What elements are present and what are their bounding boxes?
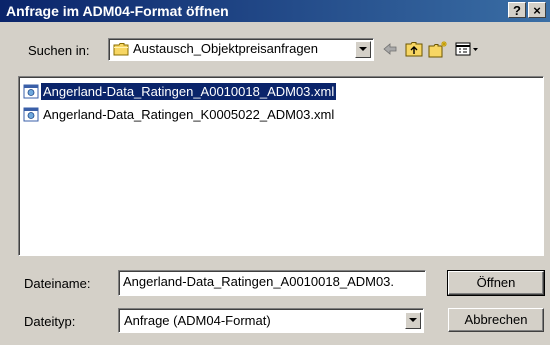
help-button[interactable]: ? bbox=[508, 2, 526, 18]
open-file-dialog: Anfrage im ADM04-Format öffnen ? × Suche… bbox=[0, 0, 550, 345]
xml-file-icon bbox=[23, 84, 39, 99]
lookin-label: Suchen in: bbox=[28, 43, 90, 58]
file-list[interactable]: Angerland-Data_Ratingen_A0010018_ADM03.x… bbox=[18, 76, 544, 256]
cancel-button[interactable]: Abbrechen bbox=[448, 308, 544, 332]
filetype-dropdown[interactable]: Anfrage (ADM04-Format) bbox=[118, 308, 424, 333]
xml-file-icon bbox=[23, 107, 39, 122]
close-button[interactable]: × bbox=[528, 2, 546, 18]
view-menu-icon[interactable] bbox=[454, 40, 480, 58]
filetype-value: Anfrage (ADM04-Format) bbox=[124, 313, 271, 328]
up-folder-icon[interactable] bbox=[404, 40, 424, 58]
filename-label: Dateiname: bbox=[24, 276, 91, 291]
title-bar[interactable]: Anfrage im ADM04-Format öffnen ? × bbox=[0, 0, 550, 22]
file-name: Angerland-Data_Ratingen_A0010018_ADM03.x… bbox=[41, 83, 337, 100]
window-title: Anfrage im ADM04-Format öffnen bbox=[6, 3, 229, 19]
folder-icon bbox=[113, 43, 129, 56]
open-button[interactable]: Öffnen bbox=[447, 270, 545, 296]
filename-value: Angerland-Data_Ratingen_A0010018_ADM03. bbox=[123, 274, 395, 289]
lookin-dropdown[interactable]: Austausch_Objektpreisanfragen bbox=[108, 38, 374, 61]
file-name: Angerland-Data_Ratingen_K0005022_ADM03.x… bbox=[43, 107, 335, 122]
lookin-value: Austausch_Objektpreisanfragen bbox=[133, 41, 319, 56]
filetype-label: Dateityp: bbox=[24, 314, 76, 329]
chevron-down-icon[interactable] bbox=[355, 41, 371, 58]
filename-input[interactable]: Angerland-Data_Ratingen_A0010018_ADM03. bbox=[118, 270, 426, 296]
back-arrow-icon[interactable] bbox=[380, 40, 400, 58]
new-folder-icon[interactable] bbox=[428, 40, 448, 58]
chevron-down-icon[interactable] bbox=[405, 312, 421, 329]
